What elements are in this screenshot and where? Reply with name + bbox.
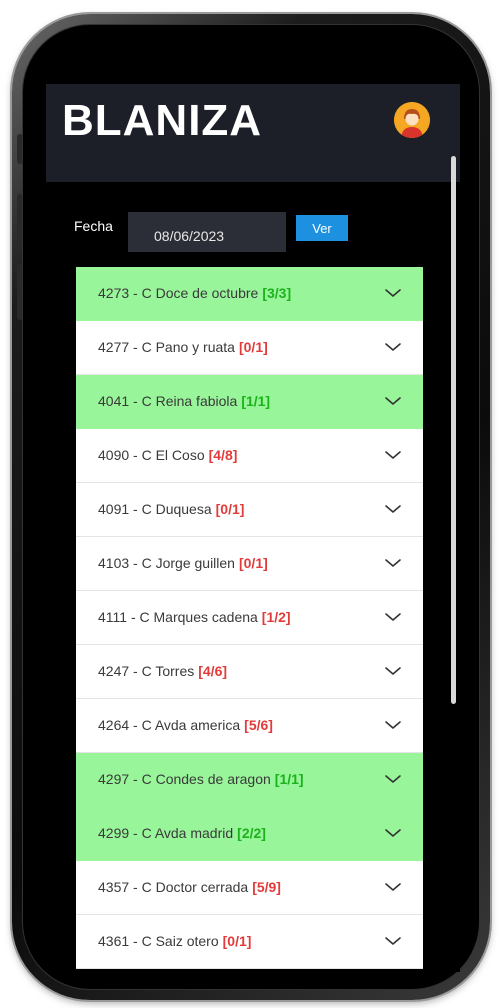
chevron-down-icon[interactable] [383,769,403,789]
street-item-label: 4103 - C Jorge guillen [0/1] [98,555,268,571]
street-list-item[interactable]: 4041 - C Reina fabiola [1/1] [76,375,423,429]
street-item-label: 4041 - C Reina fabiola [1/1] [98,393,270,409]
app-header: BLANIZA [46,84,460,182]
street-item-label: 4091 - C Duquesa [0/1] [98,501,244,517]
street-item-count: [0/1] [238,339,268,355]
street-item-label: 4111 - C Marques cadena [1/2] [98,609,291,625]
chevron-down-icon[interactable] [383,553,403,573]
street-item-label: 4299 - C Avda madrid [2/2] [98,825,266,841]
user-avatar-icon[interactable] [394,102,430,138]
street-item-name: 4357 - C Doctor cerrada [98,879,249,895]
street-list-item[interactable]: 4090 - C El Coso [4/8] [76,429,423,483]
street-item-label: 4273 - C Doce de octubre [3/3] [98,285,291,301]
street-item-name: 4103 - C Jorge guillen [98,555,235,571]
app-brand: BLANIZA [62,96,263,145]
street-list-item[interactable]: 4277 - C Pano y ruata [0/1] [76,321,423,375]
street-item-count: [2/2] [237,825,266,841]
street-item-name: 4111 - C Marques cadena [98,609,258,625]
chevron-down-icon[interactable] [383,931,403,951]
street-item-count: [1/1] [241,393,271,409]
street-item-count: [0/1] [238,555,268,571]
street-item-count: [3/3] [262,285,292,301]
date-input[interactable] [128,212,286,252]
street-list-item[interactable]: 4357 - C Doctor cerrada [5/9] [76,861,423,915]
chevron-down-icon[interactable] [383,499,403,519]
chevron-down-icon[interactable] [383,391,403,411]
street-item-label: 4264 - C Avda america [5/6] [98,717,273,733]
chevron-down-icon[interactable] [383,715,403,735]
street-list-item[interactable]: 4273 - C Doce de octubre [3/3] [76,267,423,321]
street-item-label: 4090 - C El Coso [4/8] [98,447,237,463]
street-item-label: 4297 - C Condes de aragon [1/1] [98,771,304,787]
street-item-label: 4357 - C Doctor cerrada [5/9] [98,879,281,895]
chevron-down-icon[interactable] [383,337,403,357]
street-item-count: [0/1] [215,501,245,517]
street-item-count: [5/9] [252,879,281,895]
street-list-item[interactable]: 4103 - C Jorge guillen [0/1] [76,537,423,591]
chevron-down-icon[interactable] [383,445,403,465]
app-screen: BLANIZA Fecha Ver 4273 - C Doce de octub… [46,84,460,972]
street-item-label: 4277 - C Pano y ruata [0/1] [98,339,268,355]
scrollbar[interactable] [451,156,456,704]
street-item-count: [4/6] [198,663,228,679]
street-item-name: 4277 - C Pano y ruata [98,339,235,355]
street-item-count: [1/2] [261,609,291,625]
chevron-down-icon[interactable] [383,607,403,627]
street-item-label: 4247 - C Torres [4/6] [98,663,227,679]
street-list-item[interactable]: 4297 - C Condes de aragon [1/1] [76,753,423,807]
street-item-name: 4297 - C Condes de aragon [98,771,271,787]
street-item-count: [0/1] [222,933,252,949]
chevron-down-icon[interactable] [383,823,403,843]
street-list-item[interactable]: 4091 - C Duquesa [0/1] [76,483,423,537]
street-list-item[interactable]: 4299 - C Avda madrid [2/2] [76,807,423,861]
street-list: 4273 - C Doce de octubre [3/3] 4277 - C P… [76,267,423,969]
street-item-name: 4273 - C Doce de octubre [98,285,259,301]
street-item-label: 4361 - C Saiz otero [0/1] [98,933,251,949]
street-item-name: 4090 - C El Coso [98,447,205,463]
street-item-count: [4/8] [208,447,238,463]
street-list-item[interactable]: 4264 - C Avda america [5/6] [76,699,423,753]
street-item-name: 4091 - C Duquesa [98,501,212,517]
street-item-name: 4041 - C Reina fabiola [98,393,238,409]
street-list-item[interactable]: 4361 - C Saiz otero [0/1] [76,915,423,969]
street-list-item[interactable]: 4247 - C Torres [4/6] [76,645,423,699]
date-label: Fecha [74,218,113,234]
street-item-name: 4361 - C Saiz otero [98,933,219,949]
street-item-count: [1/1] [274,771,304,787]
street-item-name: 4299 - C Avda madrid [98,825,234,841]
chevron-down-icon[interactable] [383,661,403,681]
chevron-down-icon[interactable] [383,877,403,897]
chevron-down-icon[interactable] [383,283,403,303]
ver-button[interactable]: Ver [296,215,348,241]
street-item-count: [5/6] [244,717,273,733]
street-list-item[interactable]: 4111 - C Marques cadena [1/2] [76,591,423,645]
street-item-name: 4247 - C Torres [98,663,195,679]
street-item-name: 4264 - C Avda america [98,717,241,733]
